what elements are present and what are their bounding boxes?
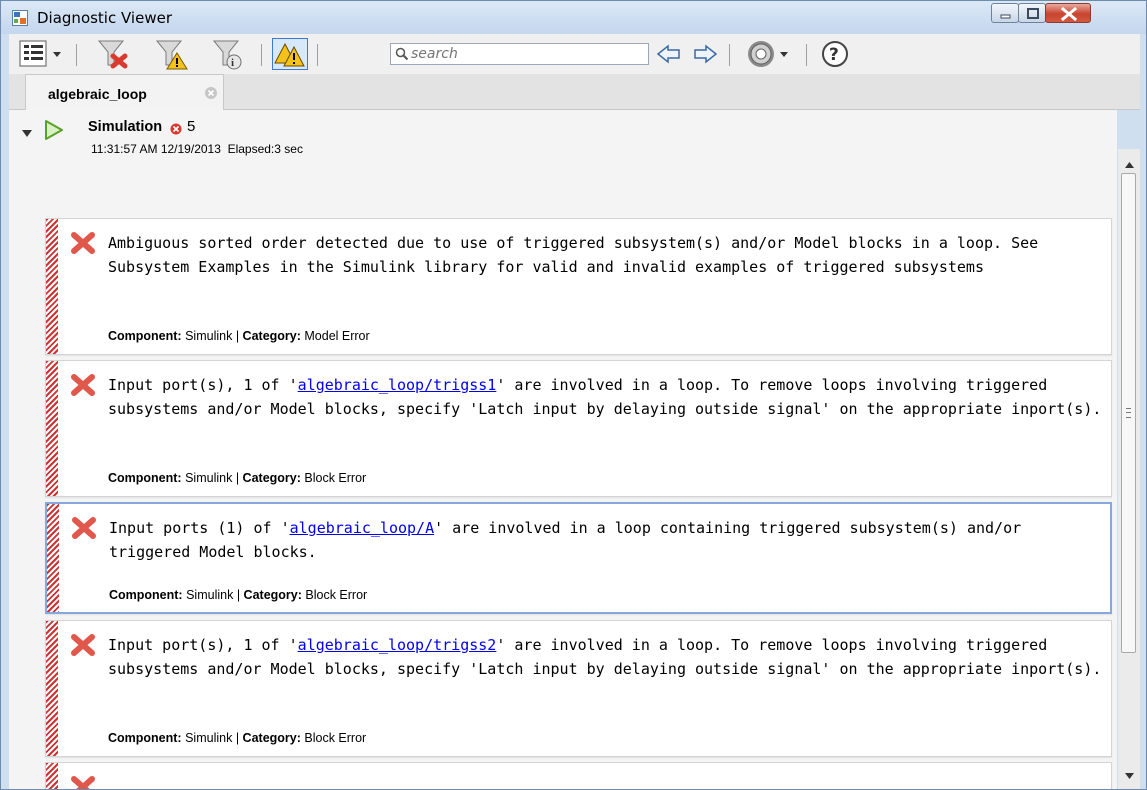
close-button[interactable] <box>1045 3 1091 23</box>
filter-errors-icon <box>97 40 128 69</box>
close-icon <box>1060 6 1078 22</box>
toolbar-separator <box>76 44 77 66</box>
toolbar: i search ? <box>9 34 1140 74</box>
simulation-play-icon <box>43 118 65 147</box>
toolbar-separator <box>261 44 262 66</box>
tab-close-icon[interactable] <box>204 86 218 105</box>
help-button[interactable]: ? <box>819 38 851 70</box>
vertical-scrollbar[interactable] <box>1118 149 1140 789</box>
error-stripe <box>46 763 58 789</box>
error-icon <box>68 633 98 662</box>
filter-info-button[interactable]: i <box>208 38 252 70</box>
error-count-icon <box>170 122 182 140</box>
message-meta: Component: Simulink | Category: Block Er… <box>108 731 367 745</box>
show-all-diagnostics-toggle[interactable] <box>272 38 308 70</box>
list-view-icon <box>19 40 61 67</box>
search-input[interactable] <box>411 45 641 63</box>
toolbar-separator <box>317 44 318 66</box>
block-link[interactable]: algebraic_loop/A <box>290 519 435 537</box>
diagnostic-message[interactable]: Ambiguous sorted order detected due to u… <box>45 218 1112 355</box>
error-icon <box>68 775 98 789</box>
diagnostics-pane: Simulation 5 11:31:57 AM 12/19/2013 Elap… <box>9 110 1117 789</box>
error-count: 5 <box>187 118 196 135</box>
error-icon <box>68 231 98 260</box>
title-bar[interactable]: Diagnostic Viewer <box>1 1 1146 34</box>
message-text: Input port(s), 1 of 'algebraic_loop/trig… <box>108 636 1102 678</box>
tab-bar: algebraic_loop <box>9 74 1140 110</box>
message-meta: Component: Simulink | Category: Block Er… <box>109 588 368 602</box>
maximize-icon <box>1027 8 1039 19</box>
gear-icon <box>748 41 788 67</box>
block-link[interactable]: algebraic_loop/trigss1 <box>298 376 497 394</box>
error-stripe <box>46 361 58 496</box>
filter-warnings-button[interactable] <box>151 38 195 70</box>
grip-icon <box>1126 408 1131 418</box>
minimize-button[interactable] <box>991 3 1019 23</box>
message-meta: Component: Simulink | Category: Model Er… <box>108 329 370 343</box>
error-stripe <box>46 219 58 354</box>
help-icon: ? <box>822 41 848 67</box>
diagnostic-message[interactable]: Input port(s), 1 of 'algebraic_loop/trig… <box>45 360 1112 497</box>
message-text: Ambiguous sorted order detected due to u… <box>108 234 1048 276</box>
toolbar-separator <box>806 44 807 66</box>
error-stripe <box>46 621 58 756</box>
block-link[interactable]: algebraic_loop/trigss2 <box>298 636 497 654</box>
message-meta: Component: Simulink | Category: Block Er… <box>108 471 367 485</box>
scrollbar-thumb[interactable] <box>1121 173 1136 653</box>
diagnostic-viewer-window: Diagnostic Viewer i search ? algebraic_l… <box>0 0 1147 790</box>
next-button[interactable] <box>690 38 720 70</box>
diagnostic-message-partial[interactable] <box>45 762 1112 789</box>
tab-label: algebraic_loop <box>48 86 147 102</box>
toolbar-separator <box>729 44 730 66</box>
arrow-left-icon <box>656 44 680 64</box>
scroll-down-icon[interactable] <box>1125 766 1134 784</box>
simulation-timestamp: 11:31:57 AM 12/19/2013 Elapsed:3 sec <box>91 142 303 156</box>
tab-algebraic-loop[interactable]: algebraic_loop <box>25 74 224 110</box>
scroll-up-icon[interactable] <box>1125 155 1134 173</box>
app-icon <box>12 10 28 26</box>
window-title: Diagnostic Viewer <box>37 9 172 27</box>
error-icon <box>69 516 99 545</box>
message-text: Input port(s), 1 of 'algebraic_loop/trig… <box>108 376 1102 418</box>
filter-info-icon: i <box>212 40 242 70</box>
diagnostic-message-selected[interactable]: Input ports (1) of 'algebraic_loop/A' ar… <box>45 502 1112 614</box>
error-icon <box>68 373 98 402</box>
minimize-icon <box>1000 14 1011 19</box>
warning-multi-icon <box>274 42 305 67</box>
diagnostic-message[interactable]: Input port(s), 1 of 'algebraic_loop/trig… <box>45 620 1112 757</box>
search-box[interactable] <box>390 43 649 65</box>
simulation-title: Simulation <box>88 119 163 135</box>
filter-errors-button[interactable] <box>93 38 137 70</box>
maximize-button[interactable] <box>1018 3 1046 23</box>
settings-button[interactable] <box>746 38 796 70</box>
previous-button[interactable] <box>654 38 684 70</box>
svg-text:i: i <box>231 57 234 69</box>
filter-warnings-icon <box>155 40 188 70</box>
error-stripe <box>47 504 59 612</box>
arrow-right-icon <box>694 44 718 64</box>
message-text: Input ports (1) of 'algebraic_loop/A' ar… <box>109 519 1031 561</box>
search-icon <box>395 47 409 66</box>
collapse-icon[interactable] <box>21 126 33 144</box>
simulation-header[interactable]: Simulation 5 11:31:57 AM 12/19/2013 Elap… <box>9 110 1117 168</box>
svg-text:?: ? <box>829 45 839 65</box>
view-options-button[interactable] <box>19 38 67 70</box>
